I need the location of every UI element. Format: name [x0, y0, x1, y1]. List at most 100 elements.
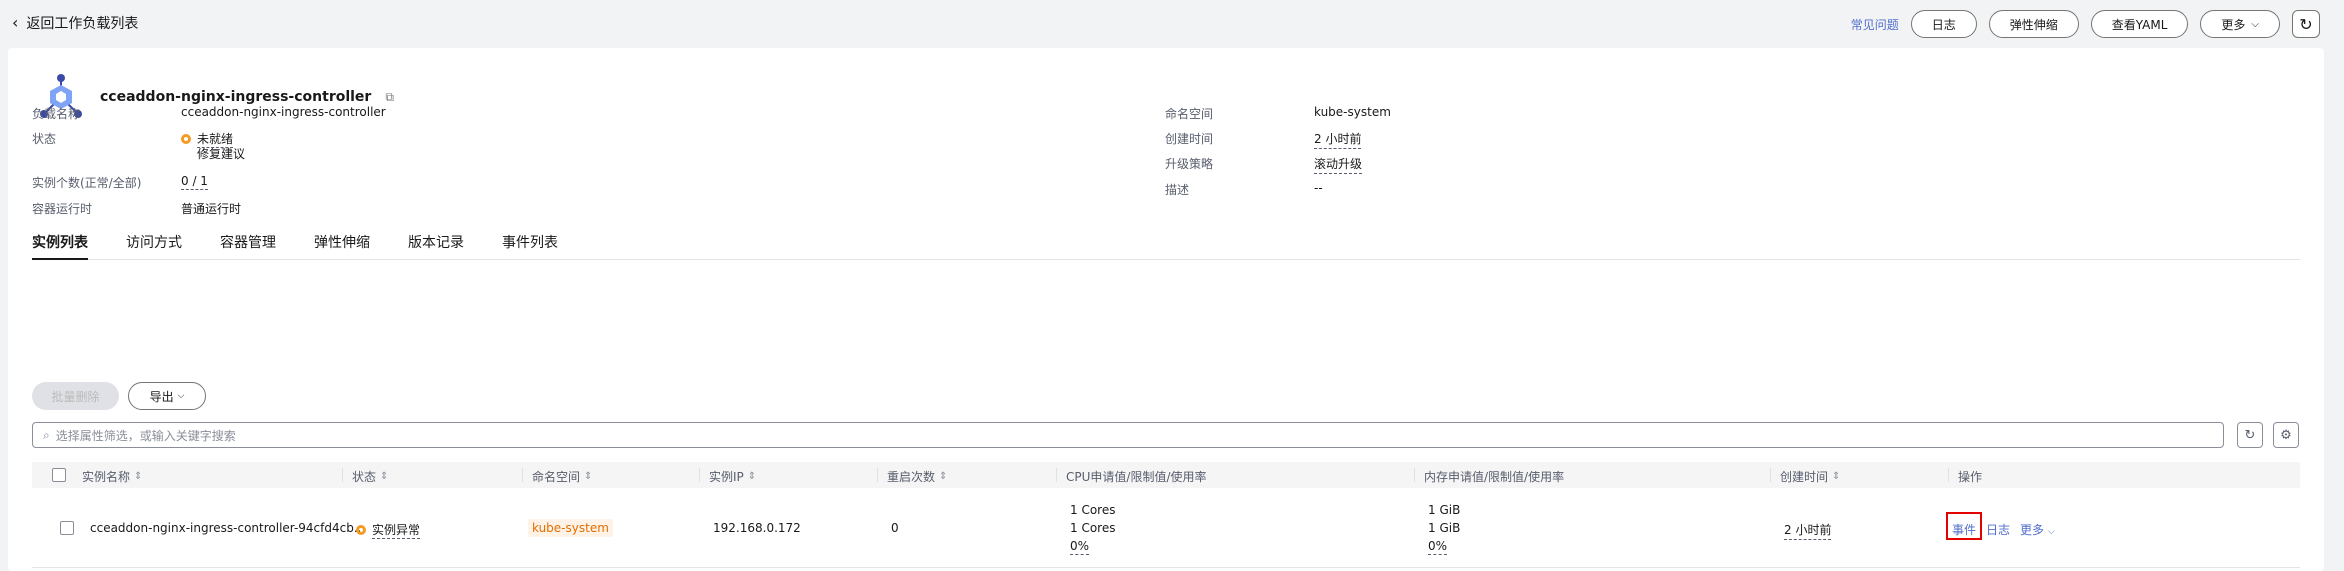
- refresh-button[interactable]: ↻: [2292, 10, 2320, 38]
- info-upgrade-value[interactable]: 滚动升级: [1314, 155, 1363, 174]
- th-cpu: CPU申请值/限制值/使用率: [1066, 468, 1207, 485]
- log-button-label: 日志: [1931, 17, 1956, 32]
- column-divider: [522, 468, 523, 482]
- column-divider: [1414, 468, 1415, 482]
- instance-created-time[interactable]: 2 小时前: [1784, 521, 1832, 540]
- th-operations-label: 操作: [1958, 470, 1983, 484]
- instance-name[interactable]: cceaddon-nginx-ingress-controller-94cfd4…: [90, 521, 365, 535]
- repair-suggestion-link[interactable]: 修复建议: [197, 145, 245, 162]
- export-label: 导出: [149, 389, 174, 404]
- tab-access-mode[interactable]: 访问方式: [126, 228, 182, 260]
- info-upgrade-label: 升级策略: [1165, 157, 1214, 171]
- info-namespace-label: 命名空间: [1165, 107, 1214, 121]
- status-warning-icon: [181, 134, 191, 144]
- info-runtime-value: 普通运行时: [181, 202, 242, 216]
- memory-limit: 1 GiB: [1428, 521, 1461, 535]
- batch-delete-label: 批量删除: [51, 389, 100, 404]
- info-status-label: 状态: [32, 132, 57, 146]
- chevron-left-icon: ‹: [12, 13, 19, 32]
- log-button[interactable]: 日志: [1910, 10, 1977, 38]
- export-button[interactable]: 导出 ⌵: [128, 382, 206, 410]
- faq-link[interactable]: 常见问题: [1851, 16, 1899, 33]
- column-divider: [877, 468, 878, 482]
- cpu-request: 1 Cores: [1070, 503, 1116, 517]
- copy-icon[interactable]: ⧉: [385, 90, 394, 105]
- th-created-label: 创建时间: [1780, 470, 1829, 484]
- scaling-button-label: 弹性伸缩: [2009, 17, 2058, 32]
- select-all-checkbox[interactable]: [52, 468, 66, 482]
- info-name-label: 负载名称: [32, 107, 81, 121]
- chevron-down-icon: ⌵: [2047, 527, 2055, 537]
- th-namespace-label: 命名空间: [532, 470, 581, 484]
- top-bar: ‹ 返回工作负载列表 常见问题 日志 弹性伸缩 查看YAML 更多 ⌵ ↻: [0, 0, 2344, 48]
- tab-scaling[interactable]: 弹性伸缩: [314, 228, 370, 260]
- sort-icon: ⇕: [747, 471, 757, 482]
- tab-container-management[interactable]: 容器管理: [220, 228, 276, 260]
- tab-instance-list[interactable]: 实例列表: [32, 228, 88, 260]
- info-created-value[interactable]: 2 小时前: [1314, 130, 1362, 149]
- log-link[interactable]: 日志: [1986, 521, 2010, 538]
- th-status[interactable]: 状态 ⇕: [352, 468, 388, 485]
- th-instance-name[interactable]: 实例名称 ⇕: [82, 468, 142, 485]
- more-operations-label: 更多: [2020, 523, 2045, 537]
- th-memory: 内存申请值/限制值/使用率: [1424, 468, 1564, 485]
- tab-event-list[interactable]: 事件列表: [502, 228, 558, 260]
- th-restarts-label: 重启次数: [887, 470, 936, 484]
- more-button-label: 更多: [2221, 17, 2246, 32]
- refresh-icon: ↻: [2244, 427, 2256, 443]
- th-instance-ip-label: 实例IP: [709, 470, 744, 484]
- more-operations-dropdown[interactable]: 更多 ⌵: [2020, 521, 2055, 538]
- detail-tabs: 实例列表 访问方式 容器管理 弹性伸缩 版本记录 事件列表: [32, 228, 2300, 260]
- table-settings-button[interactable]: ⚙: [2273, 422, 2299, 448]
- cpu-usage[interactable]: 0%: [1070, 539, 1090, 555]
- th-namespace[interactable]: 命名空间 ⇕: [532, 468, 592, 485]
- row-checkbox[interactable]: [60, 521, 74, 535]
- th-operations: 操作: [1958, 468, 1982, 485]
- events-link[interactable]: 事件: [1952, 521, 1976, 538]
- gear-icon: ⚙: [2280, 427, 2292, 443]
- info-desc-value: --: [1314, 181, 1323, 195]
- instance-status-text[interactable]: 实例异常: [372, 523, 421, 539]
- filter-icon: ⇕: [380, 471, 389, 482]
- view-yaml-button[interactable]: 查看YAML: [2090, 10, 2189, 38]
- filter-icon: ⇕: [584, 471, 593, 482]
- restart-count: 0: [891, 521, 899, 535]
- info-instances-value[interactable]: 0 / 1: [181, 174, 208, 190]
- column-divider: [699, 468, 700, 482]
- search-placeholder: 选择属性筛选，或输入关键字搜索: [55, 428, 236, 443]
- sort-icon: ⇕: [939, 471, 948, 482]
- column-divider: [1948, 468, 1949, 482]
- table-header: 实例名称 ⇕ 状态 ⇕ 命名空间 ⇕ 实例IP ⇕ 重启次数 ⇕ CPU申请值/限制值/使…: [32, 462, 2300, 488]
- tab-version-history[interactable]: 版本记录: [408, 228, 464, 260]
- info-desc-label: 描述: [1165, 183, 1190, 197]
- namespace-tag: kube-system: [528, 519, 613, 537]
- more-button[interactable]: 更多 ⌵: [2200, 10, 2280, 38]
- info-namespace-value: kube-system: [1314, 105, 1391, 119]
- th-instance-ip[interactable]: 实例IP ⇕: [709, 468, 756, 485]
- refresh-icon: ↻: [2299, 14, 2313, 34]
- info-name-value: cceaddon-nginx-ingress-controller: [181, 105, 386, 119]
- view-yaml-button-label: 查看YAML: [2111, 17, 2168, 32]
- column-divider: [342, 468, 343, 482]
- th-created[interactable]: 创建时间 ⇕: [1780, 468, 1840, 485]
- th-restarts[interactable]: 重启次数 ⇕: [887, 468, 947, 485]
- batch-delete-button[interactable]: 批量删除: [32, 382, 119, 410]
- instance-status: 实例异常: [356, 521, 421, 539]
- top-actions: 常见问题 日志 弹性伸缩 查看YAML 更多 ⌵ ↻: [1851, 10, 2320, 38]
- sort-icon: ⇕: [1832, 471, 1841, 482]
- info-instances-label: 实例个数(正常/全部): [32, 176, 142, 190]
- memory-usage[interactable]: 0%: [1428, 539, 1448, 555]
- search-input[interactable]: ⌕ 选择属性筛选，或输入关键字搜索: [32, 422, 2224, 448]
- memory-request: 1 GiB: [1428, 503, 1461, 517]
- scaling-button[interactable]: 弹性伸缩: [1988, 10, 2079, 38]
- back-to-workload-list[interactable]: ‹ 返回工作负载列表: [12, 13, 138, 33]
- th-memory-label: 内存申请值/限制值/使用率: [1424, 470, 1565, 484]
- table-refresh-button[interactable]: ↻: [2237, 422, 2263, 448]
- th-cpu-label: CPU申请值/限制值/使用率: [1066, 470, 1207, 484]
- chevron-down-icon: ⌵: [177, 391, 185, 401]
- workload-name-title: cceaddon-nginx-ingress-controller: [100, 89, 372, 105]
- status-warning-icon: [356, 525, 366, 535]
- cpu-limit: 1 Cores: [1070, 521, 1116, 535]
- table-row: cceaddon-nginx-ingress-controller-94cfd4…: [32, 488, 2300, 568]
- back-label: 返回工作负载列表: [26, 16, 139, 32]
